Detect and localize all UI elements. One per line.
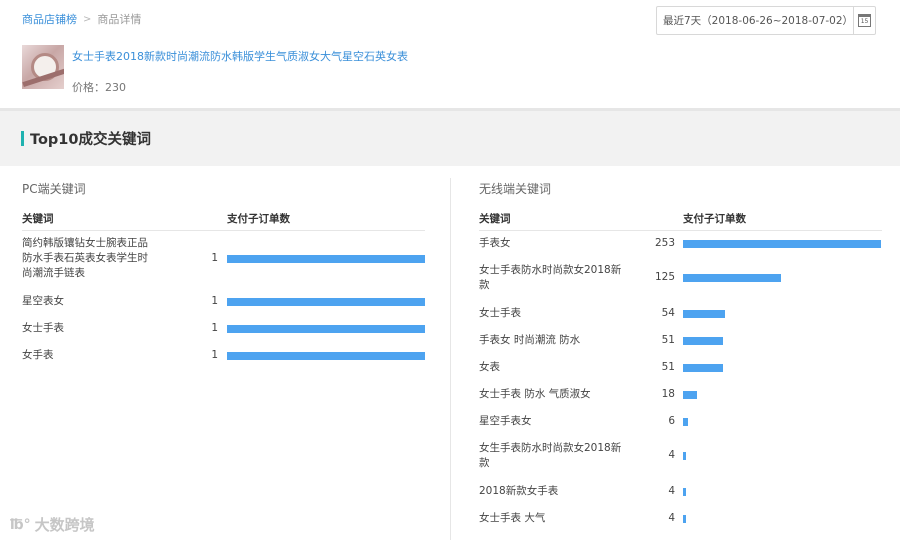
keyword-text: 女表: [479, 361, 500, 373]
order-count: 51: [661, 333, 675, 346]
product-title-link[interactable]: 女士手表2018新款时尚潮流防水韩版学生气质淑女大气星空石英女表: [72, 48, 408, 64]
pc-keywords-panel: PC端关键词 关键词 支付子订单数 简约韩版镶钻女士腕表正品防水手表石英表女表学…: [0, 166, 450, 544]
keyword-text: 女士手表 大气: [479, 512, 546, 524]
order-bar: [683, 390, 698, 399]
calendar-icon: 15: [858, 14, 872, 27]
order-count: 1: [211, 321, 218, 334]
watermark: ℔° 大数跨境: [10, 514, 95, 535]
mobile-keywords-panel: 无线端关键词 关键词 支付子订单数 手表女 253 女士手表防水时尚款女2018新款…: [452, 166, 900, 544]
order-count: 4: [668, 449, 675, 461]
product-price: 价格：230: [72, 79, 126, 95]
keyword-text: 星空手表女: [479, 415, 532, 427]
order-bar: [683, 309, 726, 318]
order-count: 125: [654, 271, 675, 283]
keyword-text: 2018新款女手表: [479, 485, 559, 497]
order-bar: [683, 487, 687, 496]
order-bar: [683, 239, 881, 248]
keyword-text: 手表女: [479, 237, 511, 249]
watermark-logo-icon: ℔°: [10, 516, 31, 533]
breadcrumb-separator: >: [83, 13, 92, 25]
order-count: 6: [668, 414, 675, 427]
order-bar: [683, 363, 723, 372]
pc-panel-title: PC端关键词: [22, 182, 86, 196]
keyword-text: 女手表: [22, 349, 54, 361]
mobile-col-orders: 支付子订单数: [683, 213, 746, 225]
order-bar: [683, 452, 687, 460]
mobile-col-keyword: 关键词: [479, 213, 511, 225]
pc-col-orders: 支付子订单数: [227, 213, 290, 225]
price-label: 价格：: [72, 81, 105, 94]
order-count: 18: [661, 387, 675, 400]
order-count: 4: [668, 511, 675, 524]
section-title: Top10成交关键词: [30, 132, 151, 148]
section-accent-bar: [21, 131, 24, 146]
mobile-header-divider: [479, 230, 882, 231]
section-header: Top10成交关键词: [0, 108, 900, 166]
date-range-label: 最近7天（2018-06-26~2018-07-02）: [663, 15, 854, 27]
breadcrumb-item-product-detail: 商品详情: [97, 13, 142, 26]
breadcrumb: 商品店铺榜 > 商品详情: [22, 11, 141, 27]
order-bar: [227, 324, 425, 333]
keyword-text: 简约韩版镶钻女士腕表正品防水手表石英表女表学生时尚潮流手链表: [22, 237, 148, 279]
order-count: 51: [661, 360, 675, 373]
order-count: 1: [211, 294, 218, 307]
panel-divider: [450, 178, 451, 540]
watermark-text: 大数跨境: [34, 516, 95, 534]
date-range-picker[interactable]: 最近7天（2018-06-26~2018-07-02） 15: [656, 6, 876, 35]
order-count: 54: [661, 306, 675, 319]
keyword-text: 女士手表: [22, 322, 64, 334]
mobile-panel-title: 无线端关键词: [479, 182, 552, 196]
keyword-text: 星空表女: [22, 295, 64, 307]
order-count: 253: [654, 236, 675, 249]
order-bar: [683, 417, 688, 426]
order-count: 4: [668, 484, 675, 497]
keyword-text: 手表女 时尚潮流 防水: [479, 334, 581, 346]
page-header: 商品店铺榜 > 商品详情 最近7天（2018-06-26~2018-07-02）…: [0, 0, 900, 108]
pc-col-keyword: 关键词: [22, 213, 54, 225]
calendar-button[interactable]: 15: [853, 7, 875, 34]
pc-header-divider: [22, 230, 425, 231]
order-bar: [227, 254, 425, 263]
order-bar: [683, 274, 781, 282]
keyword-text: 女士手表 防水 气质淑女: [479, 388, 591, 400]
keyword-text: 女士手表防水时尚款女2018新款: [479, 264, 622, 291]
breadcrumb-item-shop-ranking[interactable]: 商品店铺榜: [22, 11, 77, 27]
order-bar: [683, 336, 723, 345]
keyword-text: 女生手表防水时尚款女2018新款: [479, 442, 622, 469]
order-count: 1: [211, 348, 218, 361]
order-bar: [227, 297, 425, 306]
order-count: 1: [211, 251, 218, 264]
order-bar: [683, 514, 687, 523]
price-value: 230: [105, 81, 126, 94]
keyword-text: 女士手表: [479, 307, 521, 319]
product-thumbnail[interactable]: [22, 45, 64, 89]
order-bar: [227, 351, 425, 360]
